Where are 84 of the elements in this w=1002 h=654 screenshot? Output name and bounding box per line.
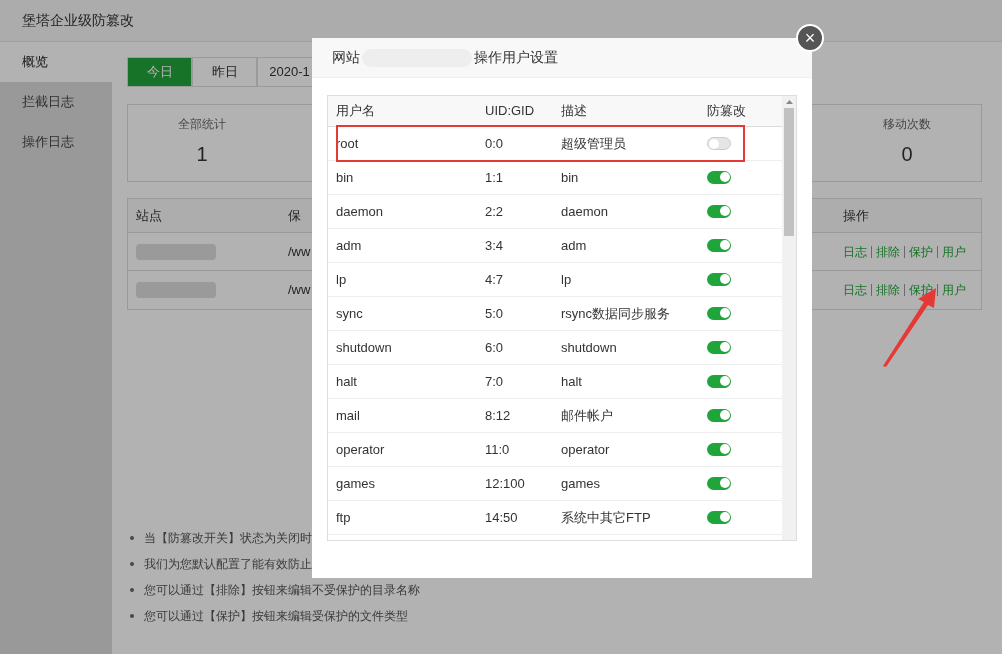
table-cell-text: adm (336, 236, 363, 255)
table-cell-text: bin (336, 168, 355, 187)
action-link[interactable]: 保护 (909, 281, 933, 299)
toggle-switch[interactable] (707, 375, 731, 388)
table-cell-text: 系统中其它FTP (561, 508, 652, 527)
scroll-thumb[interactable] (784, 108, 794, 236)
dialog-title: 网站 (332, 48, 360, 67)
note-text: 您可以通过【排除】按钮来编辑不受保护的目录名称 (144, 582, 420, 599)
column-header: UID:GID (485, 102, 536, 121)
toggle-switch[interactable] (707, 477, 731, 490)
action-link[interactable]: 日志 (843, 242, 867, 261)
bullet-icon (130, 562, 134, 566)
table-cell-text: daemon (336, 202, 384, 221)
table-cell-text: 超级管理员 (561, 134, 627, 153)
bullet-icon (130, 614, 134, 618)
stat-label: 全部统计 (178, 116, 226, 133)
column-header: 保 (288, 207, 301, 223)
toggle-switch[interactable] (707, 239, 731, 252)
table-cell-text: daemon (561, 202, 609, 221)
toggle-switch[interactable] (707, 341, 731, 354)
note-text: 您可以通过【保护】按钮来编辑受保护的文件类型 (144, 608, 408, 625)
table-cell: /ww (288, 282, 311, 298)
sidebar-item[interactable]: 概览 (0, 42, 112, 82)
bullet-icon (130, 588, 134, 592)
note-text: 当【防篡改开关】状态为关闭时 (144, 530, 312, 547)
table-cell-text: 12:100 (485, 474, 526, 493)
table-cell-text: operator (336, 440, 386, 459)
toggle-switch[interactable] (707, 511, 731, 524)
toggle-switch[interactable] (707, 171, 731, 184)
toggle-switch[interactable] (707, 307, 731, 320)
table-cell-text: halt (561, 372, 583, 391)
table-cell-text: mail (336, 406, 361, 425)
toggle-switch[interactable] (707, 205, 731, 218)
table-cell-text: 6:0 (485, 338, 505, 357)
stat-value: 0 (901, 142, 913, 167)
table-cell-text: games (336, 474, 377, 493)
table-cell-text: sync (336, 304, 364, 323)
action-link[interactable]: 用户 (942, 281, 966, 299)
action-link[interactable]: 排除 (876, 281, 900, 299)
table-cell-text: lp (561, 270, 573, 289)
table-cell-text: halt (336, 372, 358, 391)
toggle-switch[interactable] (707, 409, 731, 422)
scroll-up-icon[interactable] (785, 100, 793, 104)
column-header: 防篡改 (707, 102, 746, 121)
table-cell-text: 11:0 (485, 440, 511, 459)
column-header: 操作 (843, 206, 869, 225)
date-tab[interactable]: 昨日 (192, 57, 257, 87)
table-cell-text: bin (561, 168, 580, 187)
date-tab[interactable]: 今日 (127, 57, 192, 87)
column-header: 用户名 (336, 102, 376, 121)
column-header: 站点 (136, 207, 162, 223)
table-cell-text: 7:0 (485, 372, 505, 391)
table-cell-text: shutdown (561, 338, 618, 357)
table-cell-text: 2:2 (485, 202, 505, 221)
table-cell-text: rsync数据同步服务 (561, 304, 672, 323)
action-link[interactable]: 日志 (843, 281, 867, 299)
stat-value: 1 (196, 142, 208, 167)
toggle-switch[interactable] (707, 137, 731, 150)
toggle-switch[interactable] (707, 273, 731, 286)
action-link[interactable]: 排除 (876, 242, 900, 261)
table-cell: /ww (288, 243, 311, 259)
table-cell-text: 1:1 (485, 168, 505, 187)
table-cell-text: 4:7 (485, 270, 505, 289)
column-header: 描述 (561, 102, 588, 121)
table-cell-text: adm (561, 236, 588, 255)
table-cell-text: 3:4 (485, 236, 505, 255)
action-link[interactable]: 用户 (942, 242, 966, 261)
stat-label: 移动次数 (883, 116, 931, 133)
toggle-switch[interactable] (707, 443, 731, 456)
table-cell-text: 14:50 (485, 508, 519, 527)
scrollbar[interactable] (782, 96, 796, 540)
table-cell-text: lp (336, 270, 348, 289)
action-link[interactable]: 保护 (909, 242, 933, 261)
dialog-title: 操作用户设置 (474, 48, 558, 67)
table-cell-text: shutdown (336, 338, 393, 357)
table-cell-text: 5:0 (485, 304, 505, 323)
table-cell-text: operator (561, 440, 611, 459)
table-cell-text: 0:0 (485, 134, 505, 153)
table-cell-text: 邮件帐户 (561, 406, 614, 425)
table-cell-text: ftp (336, 508, 352, 527)
table-cell-text: games (561, 474, 602, 493)
note-text: 我们为您默认配置了能有效防止 (144, 556, 312, 573)
table-cell-text: 8:12 (485, 406, 512, 425)
bullet-icon (130, 536, 134, 540)
